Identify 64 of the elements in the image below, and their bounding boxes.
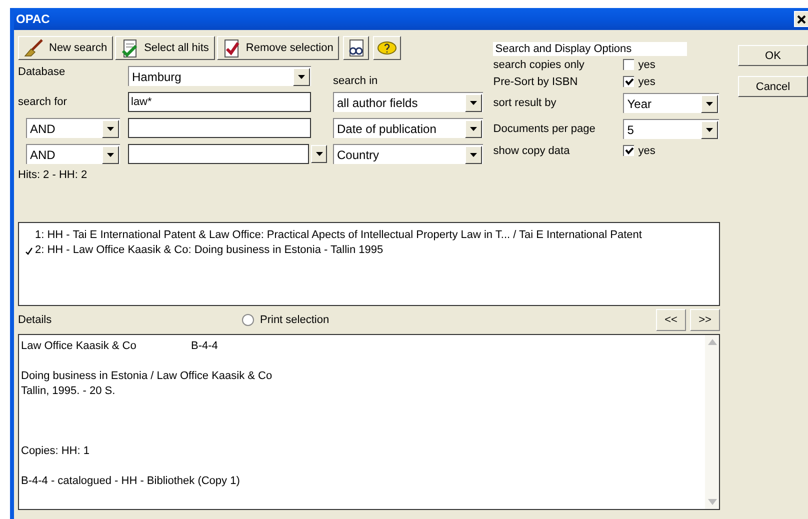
toolbar-button[interactable]: New search — [18, 36, 114, 60]
checkbox-label: yes — [638, 58, 656, 70]
broom-icon — [24, 39, 44, 57]
document-check-icon — [222, 38, 241, 58]
dialog-button[interactable]: Cancel — [738, 76, 808, 97]
caret-icon — [706, 102, 714, 106]
toolbar-button[interactable]: Select all hits — [115, 36, 215, 60]
document-check-icon — [121, 38, 140, 58]
caret-icon — [470, 126, 477, 130]
field-label: Database — [18, 66, 66, 78]
checkbox-label: yes — [638, 76, 656, 88]
option-label: sort result by — [493, 97, 558, 109]
dropdown[interactable]: Country — [333, 144, 483, 164]
dropdown[interactable]: all author fields — [333, 92, 483, 112]
nav-button[interactable]: << — [656, 309, 686, 331]
section-title: Search and Display Options — [493, 42, 688, 56]
toolbar-button[interactable]: Remove selection — [216, 36, 340, 60]
details-text: Law Office Kaasik & Co — [21, 339, 138, 354]
close-icon — [797, 14, 806, 24]
dropdown[interactable]: Hamburg — [128, 66, 311, 86]
caret-icon — [298, 74, 305, 78]
dialog-button[interactable]: OK — [738, 45, 808, 66]
caret-icon — [316, 152, 323, 156]
checkbox[interactable] — [623, 59, 634, 70]
option-label: Documents per page — [493, 123, 596, 135]
details-text: Copies: HH: 1 — [21, 444, 90, 459]
details-text: Doing business in Estonia / Law Office Kaasik & Co — [21, 369, 272, 384]
checkbox[interactable] — [623, 145, 634, 156]
details-text: Tallin, 1995. - 20 S. — [21, 384, 116, 399]
window-title: OPAC — [16, 12, 50, 26]
dropdown[interactable]: AND — [26, 144, 120, 164]
option-label: show copy data — [493, 144, 571, 156]
help-icon — [377, 41, 398, 55]
option-label: search copies only — [493, 58, 586, 70]
glasses-icon — [347, 39, 366, 57]
details-text: B-4-4 — [191, 339, 218, 354]
toolbar-button[interactable] — [343, 36, 370, 60]
close-button[interactable] — [794, 11, 808, 27]
hits-summary: Hits: 2 - HH: 2 — [18, 169, 88, 181]
radio-label: Print selection — [260, 314, 330, 326]
toolbar-button[interactable] — [373, 36, 402, 60]
caret-icon — [107, 152, 114, 156]
dropdown[interactable]: AND — [26, 118, 120, 138]
details-text: B-4-4 - catalogued - HH - Bibliothek (Copy 1) — [21, 474, 240, 489]
section-label: Details — [18, 314, 53, 326]
search-field[interactable] — [128, 118, 311, 138]
checkbox-label: yes — [638, 144, 656, 156]
field-label: search for — [18, 96, 68, 108]
caret-icon — [470, 100, 477, 104]
field-label: search in — [333, 75, 379, 87]
hit-list-item[interactable]: 2: HH - Law Office Kaasik & Co: Doing business in Estonia - Tallin 1995 — [35, 243, 384, 258]
caret-icon — [706, 128, 714, 132]
search-field[interactable] — [128, 144, 328, 164]
dropdown[interactable]: Date of publication — [333, 118, 483, 138]
caret-icon — [107, 126, 114, 130]
caret-icon — [470, 152, 477, 156]
hit-list-item[interactable]: 1: HH - Tai E International Patent & Law Office: Practical Apects of Intellectual Property Law in T... / Tai E International Patent — [35, 228, 642, 243]
dropdown[interactable]: Year — [623, 93, 720, 113]
dropdown[interactable]: 5 — [623, 119, 720, 139]
checkbox[interactable] — [623, 76, 634, 87]
nav-button[interactable]: >> — [690, 309, 720, 331]
search-field[interactable]: law* — [128, 92, 311, 112]
radio-button[interactable] — [242, 314, 254, 326]
option-label: Pre-Sort by ISBN — [493, 76, 579, 88]
